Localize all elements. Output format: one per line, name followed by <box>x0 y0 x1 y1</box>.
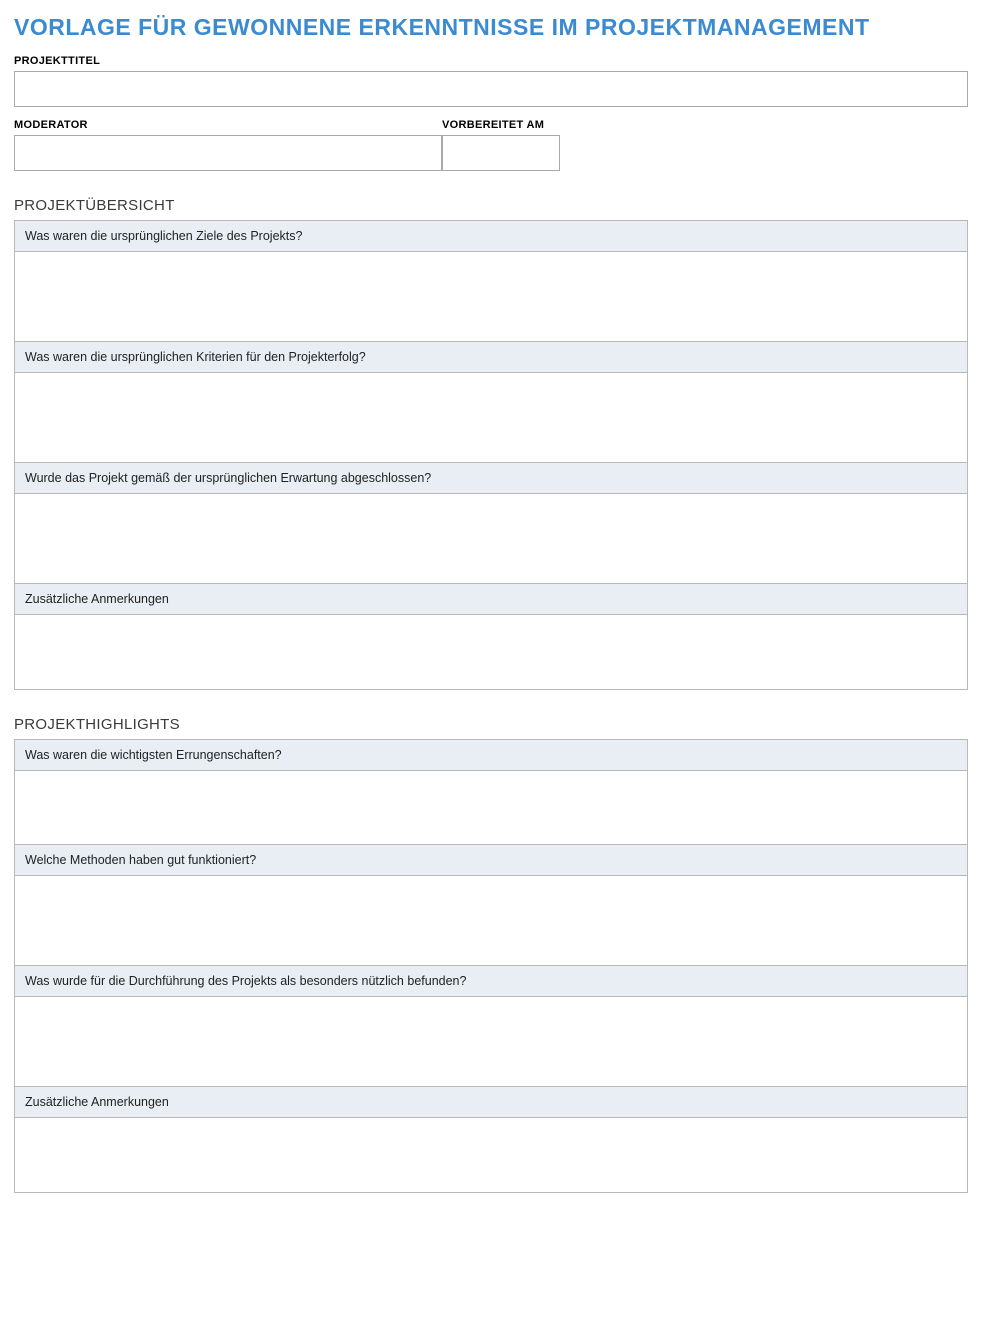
moderator-field: MODERATOR <box>14 119 442 171</box>
question-row: Was waren die ursprünglichen Ziele des P… <box>15 221 967 252</box>
section-block: Was waren die ursprünglichen Ziele des P… <box>14 220 968 690</box>
answer-input[interactable] <box>15 615 967 689</box>
answer-input[interactable] <box>15 494 967 584</box>
question-row: Was waren die ursprünglichen Kriterien f… <box>15 342 967 373</box>
question-row: Was wurde für die Durchführung des Proje… <box>15 966 967 997</box>
section-title: PROJEKTÜBERSICHT <box>14 197 968 214</box>
answer-input[interactable] <box>15 876 967 966</box>
section-title: PROJEKTHIGHLIGHTS <box>14 716 968 733</box>
prepared-on-field: VORBEREITET AM <box>442 119 560 171</box>
moderator-input[interactable] <box>14 135 442 171</box>
answer-input[interactable] <box>15 1118 967 1192</box>
section-block: Was waren die wichtigsten Errungenschaft… <box>14 739 968 1193</box>
question-row: Wurde das Projekt gemäß der ursprünglich… <box>15 463 967 494</box>
answer-input[interactable] <box>15 252 967 342</box>
answer-input[interactable] <box>15 771 967 845</box>
answer-input[interactable] <box>15 373 967 463</box>
prepared-on-label: VORBEREITET AM <box>442 119 560 131</box>
project-title-input[interactable] <box>14 71 968 107</box>
question-row: Was waren die wichtigsten Errungenschaft… <box>15 740 967 771</box>
prepared-on-input[interactable] <box>442 135 560 171</box>
answer-input[interactable] <box>15 997 967 1087</box>
question-row: Zusätzliche Anmerkungen <box>15 584 967 615</box>
project-title-label: PROJEKTTITEL <box>14 55 968 67</box>
page-title: VORLAGE FÜR GEWONNENE ERKENNTNISSE IM PR… <box>14 14 968 41</box>
question-row: Zusätzliche Anmerkungen <box>15 1087 967 1118</box>
project-title-field: PROJEKTTITEL <box>14 55 968 107</box>
moderator-label: MODERATOR <box>14 119 442 131</box>
question-row: Welche Methoden haben gut funktioniert? <box>15 845 967 876</box>
